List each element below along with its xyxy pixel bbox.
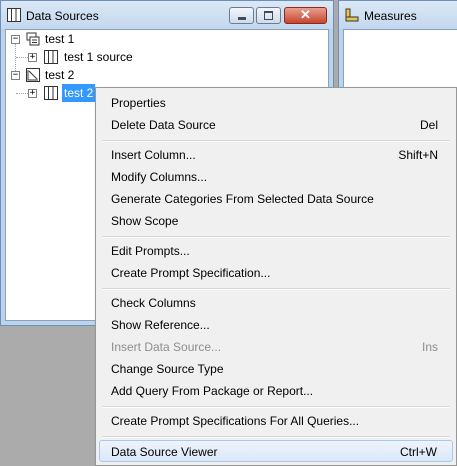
menu-item-label: Insert Column... <box>111 148 196 162</box>
menu-item-generate-categories[interactable]: Generate Categories From Selected Data S… <box>99 188 453 210</box>
ruler-icon <box>345 8 359 22</box>
menu-item-change-source-type[interactable]: Change Source Type <box>99 358 453 380</box>
menu-separator <box>102 288 450 290</box>
tree-item-label: test 1 source <box>64 50 133 64</box>
menu-item-label: Insert Data Source... <box>111 340 222 354</box>
menu-item-shortcut: Del <box>419 118 438 132</box>
collapse-icon[interactable]: − <box>11 71 20 80</box>
menu-item-label: Show Reference... <box>111 318 210 332</box>
menu-item-label: Edit Prompts... <box>111 244 190 258</box>
menu-item-label: Data Source Viewer <box>111 445 218 459</box>
menu-item-label: Properties <box>111 96 166 110</box>
table-icon <box>44 50 58 64</box>
menu-item-shortcut: Ctrl+W <box>400 445 437 459</box>
tree-item-test-1-source[interactable]: + test 1 source <box>6 48 226 66</box>
menu-item-label: Check Columns <box>111 296 196 310</box>
menu-item-label: Delete Data Source <box>111 118 216 132</box>
menu-item-create-prompt-specification[interactable]: Create Prompt Specification... <box>99 262 453 284</box>
menu-item-label: Add Query From Package or Report... <box>111 384 314 398</box>
menu-item-label: Create Prompt Specifications For All Que… <box>111 414 360 428</box>
menu-item-label: Show Scope <box>111 214 179 228</box>
tree-item-test-2[interactable]: − test 2 <box>6 66 206 84</box>
context-menu: Properties Delete Data Source Del Insert… <box>95 87 457 466</box>
menu-item-shortcut: Ins <box>421 340 438 354</box>
close-icon: ✕ <box>300 7 311 22</box>
package-icon <box>26 32 40 46</box>
menu-item-create-prompt-specifications-all[interactable]: Create Prompt Specifications For All Que… <box>99 410 453 432</box>
menu-item-modify-columns[interactable]: Modify Columns... <box>99 166 453 188</box>
expand-icon[interactable]: + <box>28 89 37 98</box>
expand-icon[interactable]: + <box>28 53 37 62</box>
query-icon <box>26 68 40 82</box>
measures-title: Measures <box>364 9 417 23</box>
tree-item-test-1[interactable]: − test 1 <box>6 30 206 48</box>
menu-item-show-reference[interactable]: Show Reference... <box>99 314 453 336</box>
measures-titlebar[interactable]: Measures <box>339 1 457 29</box>
data-sources-title: Data Sources <box>26 9 99 23</box>
tree-item-label: test 2 <box>62 84 96 102</box>
menu-item-delete-data-source[interactable]: Delete Data Source Del <box>99 114 453 136</box>
minimize-button[interactable] <box>229 7 254 24</box>
menu-item-insert-data-source: Insert Data Source... Ins <box>99 336 453 358</box>
close-button[interactable]: ✕ <box>284 7 327 24</box>
menu-item-check-columns[interactable]: Check Columns <box>99 292 453 314</box>
maximize-button[interactable] <box>256 7 281 24</box>
tree-item-label: test 1 <box>45 32 75 46</box>
menu-separator <box>102 140 450 142</box>
menu-separator <box>102 436 450 438</box>
menu-item-add-query[interactable]: Add Query From Package or Report... <box>99 380 453 402</box>
menu-item-label: Create Prompt Specification... <box>111 266 271 280</box>
menu-item-properties[interactable]: Properties <box>99 92 453 114</box>
menu-item-label: Change Source Type <box>111 362 224 376</box>
tree-item-label: test 2 <box>45 68 75 82</box>
table-icon <box>44 86 58 100</box>
table-icon <box>7 8 21 22</box>
menu-item-label: Generate Categories From Selected Data S… <box>111 192 374 206</box>
collapse-icon[interactable]: − <box>11 35 20 44</box>
menu-item-data-source-viewer[interactable]: Data Source Viewer Ctrl+W <box>99 440 453 462</box>
menu-separator <box>102 406 450 408</box>
menu-item-shortcut: Shift+N <box>398 148 438 162</box>
menu-item-label: Modify Columns... <box>111 170 208 184</box>
menu-item-edit-prompts[interactable]: Edit Prompts... <box>99 240 453 262</box>
data-sources-titlebar[interactable]: Data Sources ✕ <box>1 1 333 29</box>
menu-item-show-scope[interactable]: Show Scope <box>99 210 453 232</box>
menu-item-insert-column[interactable]: Insert Column... Shift+N <box>99 144 453 166</box>
menu-separator <box>102 236 450 238</box>
